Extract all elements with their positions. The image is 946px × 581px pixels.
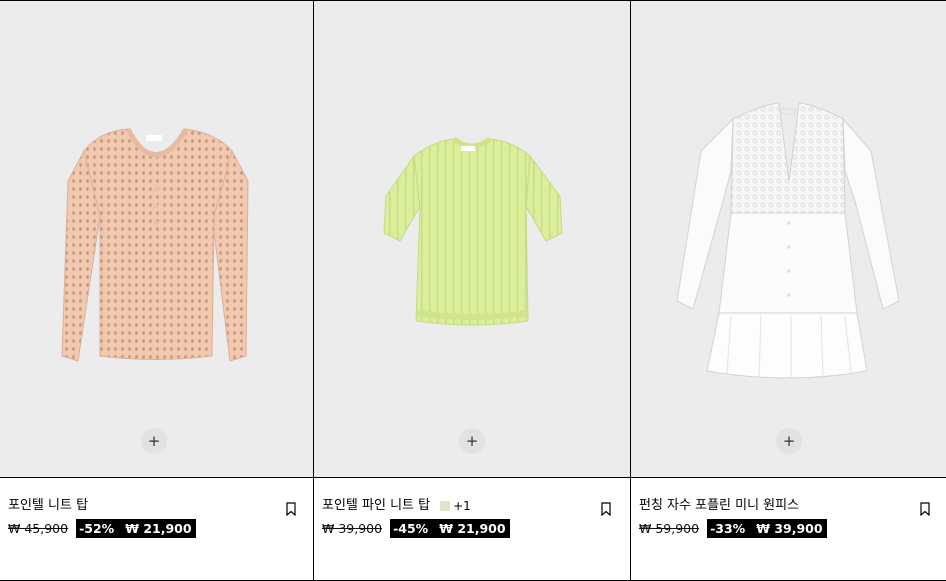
discount-badge: -52% [76, 519, 120, 538]
price-row: ₩ 39,900 -45% ₩ 21,900 [322, 519, 510, 538]
bookmark-icon[interactable] [286, 502, 296, 516]
product-name[interactable]: 포인텔 파인 니트 탑 [322, 498, 430, 514]
product-name[interactable]: 펀칭 자수 포플린 미니 원피스 [639, 498, 799, 514]
more-colors-count[interactable]: +1 [453, 498, 471, 514]
product-info: 포인텔 파인 니트 탑 +1 ₩ 39,900 -45% ₩ 21,900 [314, 477, 630, 581]
white-dress-image [676, 102, 900, 379]
sale-price: ₩ 21,900 [433, 519, 510, 538]
product-name-row: 펀칭 자수 포플린 미니 원피스 [639, 498, 938, 514]
sale-price: ₩ 39,900 [750, 519, 827, 538]
product-card[interactable]: + 포인텔 니트 탑 ₩ 45,900 -52% ₩ 21,900 [0, 1, 313, 581]
price-row: ₩ 45,900 -52% ₩ 21,900 [8, 519, 196, 538]
plus-icon: + [147, 432, 161, 450]
bookmark-icon[interactable] [920, 502, 930, 516]
product-name[interactable]: 포인텔 니트 탑 [8, 498, 88, 514]
peach-knit-top-image [61, 127, 249, 362]
price-row: ₩ 59,900 -33% ₩ 39,900 [639, 519, 827, 538]
color-swatch[interactable] [440, 501, 451, 511]
bookmark-icon[interactable] [601, 502, 611, 516]
sale-price: ₩ 21,900 [119, 519, 196, 538]
product-name-row: 포인텔 파인 니트 탑 +1 [322, 498, 622, 514]
product-image[interactable] [314, 1, 630, 477]
add-to-cart-button[interactable]: + [459, 428, 485, 454]
original-price: ₩ 59,900 [639, 520, 700, 536]
lime-knit-top-image [383, 136, 563, 326]
product-card[interactable]: + 펀칭 자수 포플린 미니 원피스 ₩ 59,900 -33% ₩ 39,90… [630, 1, 946, 581]
plus-icon: + [782, 432, 796, 450]
plus-icon: + [465, 432, 479, 450]
discount-badge: -33% [707, 519, 751, 538]
product-info: 펀칭 자수 포플린 미니 원피스 ₩ 59,900 -33% ₩ 39,900 [631, 477, 946, 581]
product-info: 포인텔 니트 탑 ₩ 45,900 -52% ₩ 21,900 [0, 477, 313, 581]
original-price: ₩ 45,900 [8, 520, 69, 536]
product-image[interactable] [631, 1, 946, 477]
product-image[interactable] [0, 1, 313, 477]
original-price: ₩ 39,900 [322, 520, 383, 536]
product-card[interactable]: + 포인텔 파인 니트 탑 +1 ₩ 39,900 -45% ₩ 21,900 [313, 1, 630, 581]
product-name-row: 포인텔 니트 탑 [8, 498, 305, 514]
discount-badge: -45% [390, 519, 434, 538]
add-to-cart-button[interactable]: + [141, 428, 167, 454]
product-grid: + 포인텔 니트 탑 ₩ 45,900 -52% ₩ 21,900 + 포인텔 … [0, 0, 946, 581]
add-to-cart-button[interactable]: + [776, 428, 802, 454]
